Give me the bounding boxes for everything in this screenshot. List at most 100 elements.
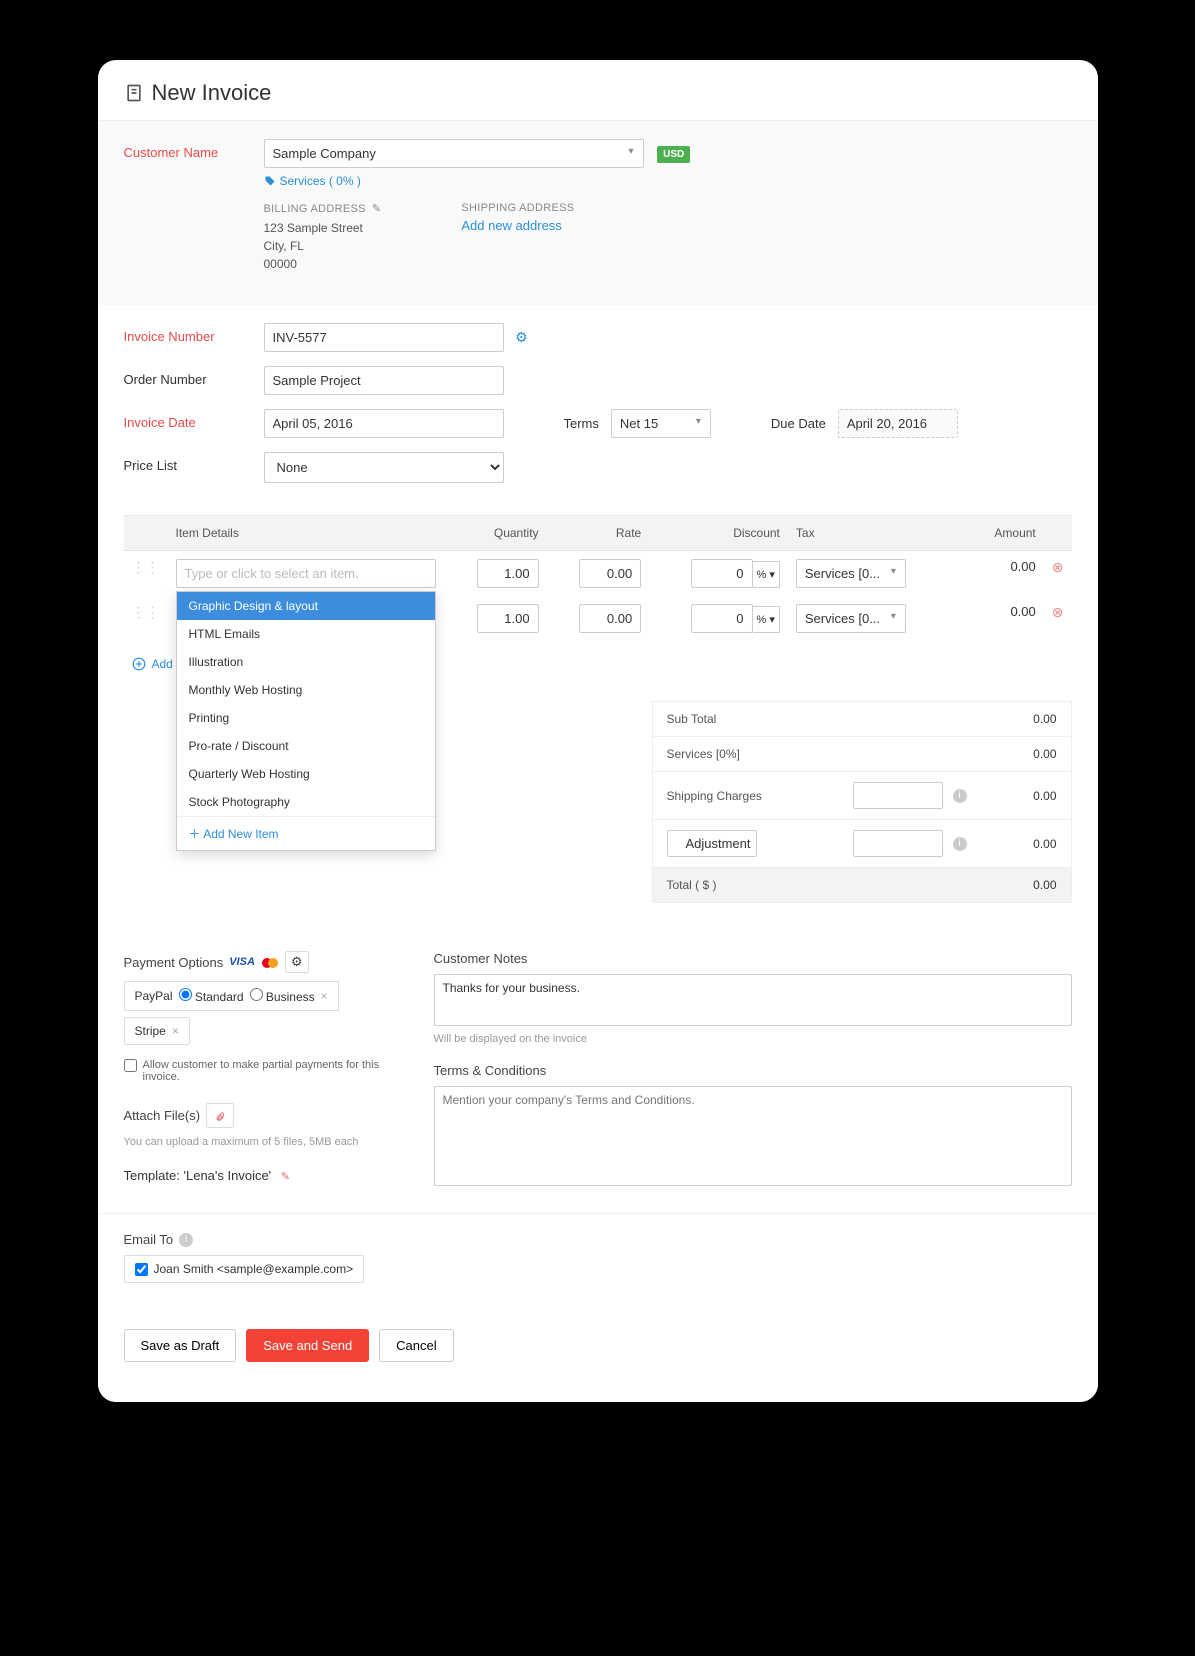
add-shipping-address-link[interactable]: Add new address <box>461 218 574 233</box>
discount-input[interactable] <box>691 604 753 633</box>
footer-actions: Save as Draft Save and Send Cancel <box>98 1313 1098 1402</box>
drag-handle-icon[interactable]: ⋮⋮ <box>124 551 168 597</box>
discount-unit-toggle[interactable]: % ▾ <box>753 561 780 588</box>
item-details-input[interactable] <box>176 559 436 588</box>
edit-billing-icon[interactable]: ✎ <box>372 202 382 215</box>
terms-label: Terms <box>564 416 599 431</box>
terms-textarea[interactable] <box>434 1086 1072 1186</box>
invoice-date-label: Invoice Date <box>124 409 264 430</box>
customer-notes-textarea[interactable] <box>434 974 1072 1026</box>
dropdown-option[interactable]: Quarterly Web Hosting <box>177 760 435 788</box>
partial-payments-checkbox[interactable] <box>124 1059 137 1072</box>
template-name: 'Lena's Invoice' <box>184 1168 272 1183</box>
totals-panel: Sub Total 0.00 Services [0%] 0.00 Shippi… <box>652 701 1072 903</box>
save-draft-button[interactable]: Save as Draft <box>124 1329 237 1362</box>
terms-select[interactable] <box>611 409 711 438</box>
invoice-number-label: Invoice Number <box>124 323 264 344</box>
order-number-label: Order Number <box>124 366 264 387</box>
email-recipient: Joan Smith <sample@example.com> <box>154 1262 354 1276</box>
invoice-number-input[interactable] <box>264 323 504 352</box>
payment-settings-icon[interactable]: ⚙ <box>285 951 309 973</box>
col-tax: Tax <box>788 516 954 551</box>
dropdown-add-new-item[interactable]: ＋ Add New Item <box>177 816 435 850</box>
col-amount: Amount <box>954 516 1044 551</box>
services-tax-label: Services [0%] <box>667 747 977 761</box>
visa-icon: VISA <box>229 956 255 968</box>
services-link[interactable]: Services ( 0% ) <box>264 174 1072 188</box>
line-item-row: ⋮⋮ Graphic Design & layout HTML Emails I… <box>124 551 1072 597</box>
delete-row-icon[interactable]: ⊗ <box>1052 604 1064 620</box>
invoice-form-window: New Invoice Customer Name USD Services (… <box>98 60 1098 1402</box>
payment-options-title: Payment Options VISA ⚙ <box>124 951 404 973</box>
cancel-button[interactable]: Cancel <box>379 1329 453 1362</box>
dropdown-option[interactable]: Illustration <box>177 648 435 676</box>
discount-input[interactable] <box>691 559 753 588</box>
amount-cell: 0.00 <box>954 551 1044 597</box>
services-tax-value: 0.00 <box>977 747 1057 761</box>
price-list-select[interactable]: None <box>264 452 504 483</box>
info-icon[interactable]: i <box>179 1233 193 1247</box>
info-icon[interactable]: i <box>953 837 967 851</box>
drag-handle-icon[interactable]: ⋮⋮ <box>124 596 168 641</box>
adjustment-label-input[interactable] <box>667 830 757 857</box>
dropdown-option[interactable]: Graphic Design & layout <box>177 592 435 620</box>
quantity-input[interactable] <box>477 559 539 588</box>
email-recipient-checkbox[interactable] <box>135 1263 148 1276</box>
dropdown-option[interactable]: Printing <box>177 704 435 732</box>
billing-address: BILLING ADDRESS ✎ 123 Sample Street City… <box>264 202 382 273</box>
tax-select[interactable] <box>796 604 906 633</box>
order-number-input[interactable] <box>264 366 504 395</box>
customer-name-label: Customer Name <box>124 139 264 160</box>
col-quantity: Quantity <box>444 516 547 551</box>
paypal-standard-radio[interactable]: Standard <box>179 988 244 1004</box>
discount-unit-toggle[interactable]: % ▾ <box>753 606 780 633</box>
info-icon[interactable]: i <box>953 789 967 803</box>
partial-payments-label: Allow customer to make partial payments … <box>143 1059 404 1083</box>
customer-select[interactable] <box>264 139 644 168</box>
delete-row-icon[interactable]: ⊗ <box>1052 559 1064 575</box>
adjustment-input[interactable] <box>853 830 943 857</box>
remove-paypal-icon[interactable]: × <box>321 989 328 1003</box>
price-list-label: Price List <box>124 452 264 473</box>
subtotal-value: 0.00 <box>977 712 1057 726</box>
header: New Invoice <box>98 60 1098 121</box>
attach-files-title: Attach File(s) <box>124 1108 201 1123</box>
total-label: Total ( $ ) <box>667 878 977 892</box>
shipping-address: SHIPPING ADDRESS Add new address <box>461 202 574 273</box>
tax-select[interactable] <box>796 559 906 588</box>
shipping-input[interactable] <box>853 782 943 809</box>
invoice-date-input[interactable] <box>264 409 504 438</box>
quantity-input[interactable] <box>477 604 539 633</box>
paypal-business-radio[interactable]: Business <box>250 988 315 1004</box>
paypal-chip: PayPal Standard Business × <box>124 981 339 1011</box>
terms-title: Terms & Conditions <box>434 1063 1072 1078</box>
email-to-title: Email To <box>124 1232 174 1247</box>
amount-cell: 0.00 <box>954 596 1044 641</box>
email-recipient-chip: Joan Smith <sample@example.com> <box>124 1255 365 1283</box>
shipping-label: Shipping Charges <box>667 789 853 803</box>
rate-input[interactable] <box>579 604 641 633</box>
dropdown-option[interactable]: HTML Emails <box>177 620 435 648</box>
invoice-number-settings-icon[interactable]: ⚙ <box>515 329 528 345</box>
due-date-label: Due Date <box>771 416 826 431</box>
customer-notes-title: Customer Notes <box>434 951 1072 966</box>
dropdown-option[interactable]: Monthly Web Hosting <box>177 676 435 704</box>
due-date-input[interactable] <box>838 409 958 438</box>
mastercard-icon <box>261 955 279 970</box>
total-value: 0.00 <box>977 878 1057 892</box>
edit-template-icon[interactable]: ✎ <box>281 1171 290 1183</box>
remove-stripe-icon[interactable]: × <box>172 1024 179 1038</box>
attach-file-button[interactable] <box>206 1103 234 1128</box>
page-title: New Invoice <box>124 80 1072 106</box>
stripe-chip: Stripe × <box>124 1017 190 1045</box>
rate-input[interactable] <box>579 559 641 588</box>
adjustment-amount: 0.00 <box>977 837 1057 851</box>
notes-helper: Will be displayed on the invoice <box>434 1033 1072 1045</box>
dropdown-option[interactable]: Stock Photography <box>177 788 435 816</box>
currency-badge: USD <box>657 146 690 163</box>
bottom-panels: Payment Options VISA ⚙ PayPal Standard B… <box>98 927 1098 1213</box>
save-send-button[interactable]: Save and Send <box>246 1329 369 1362</box>
dropdown-option[interactable]: Pro-rate / Discount <box>177 732 435 760</box>
subtotal-label: Sub Total <box>667 712 977 726</box>
paperclip-icon <box>215 1111 225 1123</box>
